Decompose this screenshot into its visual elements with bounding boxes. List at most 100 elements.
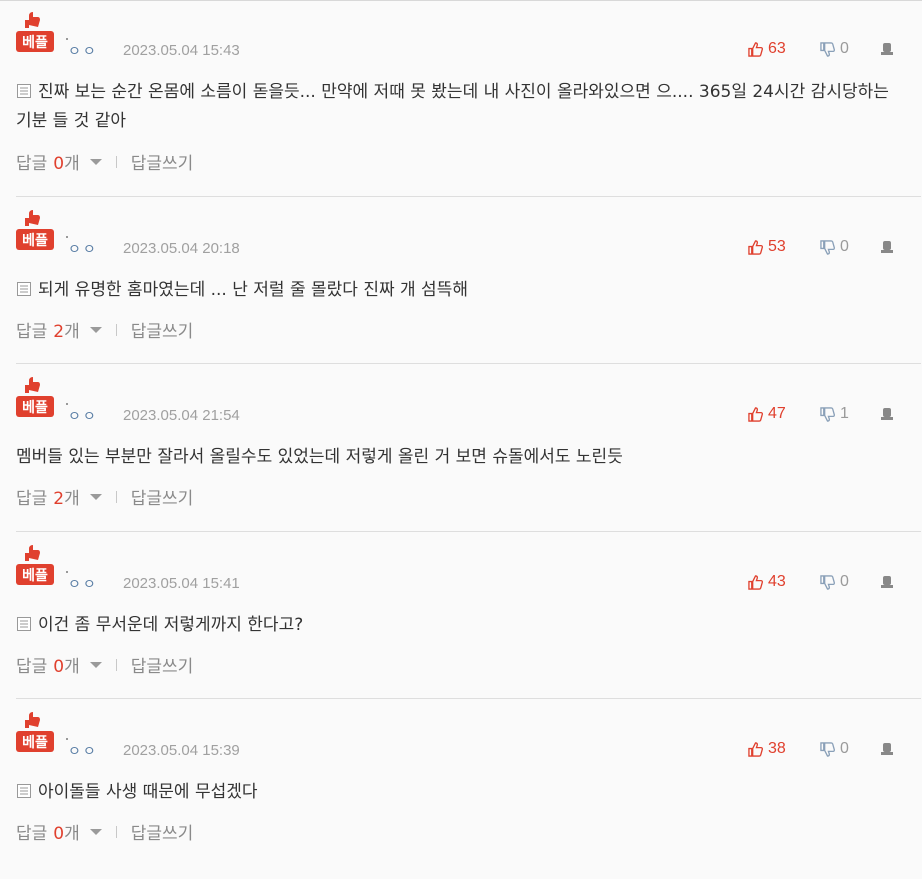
comment-author[interactable]: ㅇㅇ (68, 41, 98, 61)
dislike-count: 1 (840, 405, 849, 422)
thumbs-up-icon (748, 406, 763, 422)
thumbs-up-icon (748, 239, 763, 255)
dislike-count: 0 (840, 40, 849, 57)
like-count: 43 (768, 573, 786, 590)
reply-toggle[interactable]: 답글 0개 (16, 819, 80, 844)
comment-text: 아이돌들 사생 때문에 무섭겠다 (16, 778, 896, 807)
best-comment-badge: 베플 (16, 12, 54, 52)
report-icon[interactable] (880, 575, 894, 589)
like-button[interactable]: 43 (748, 573, 786, 591)
thumbs-up-icon (748, 574, 763, 590)
comment-date: 2023.05.04 21:54 (123, 407, 240, 424)
divider (115, 490, 117, 503)
like-count: 38 (768, 740, 786, 757)
chevron-down-icon[interactable] (89, 326, 102, 333)
divider (115, 323, 117, 336)
thumbs-down-icon (820, 406, 835, 422)
comment-author[interactable]: ㅇㅇ (68, 574, 98, 594)
like-count: 63 (768, 40, 786, 57)
comment-footer: 답글 0개 답글쓰기 (16, 652, 193, 677)
best-badge-label: 베플 (22, 35, 48, 51)
write-reply-link[interactable]: 답글쓰기 (131, 484, 194, 509)
comment-footer: 답글 2개 답글쓰기 (16, 317, 193, 342)
reply-toggle[interactable]: 답글 2개 (16, 317, 80, 342)
divider (16, 698, 921, 699)
reply-count: 2 (53, 489, 65, 509)
dislike-button[interactable]: 0 (820, 238, 849, 256)
dislike-button[interactable]: 1 (820, 405, 849, 423)
comment-date: 2023.05.04 15:43 (123, 42, 240, 59)
chevron-down-icon[interactable] (89, 493, 102, 500)
like-button[interactable]: 53 (748, 238, 786, 256)
comment-text: 이건 좀 무서운데 저렇게까지 한다고? (16, 611, 896, 640)
write-reply-link[interactable]: 답글쓰기 (131, 652, 194, 677)
divider (16, 531, 921, 532)
comment-author[interactable]: ㅇㅇ (68, 239, 98, 259)
comment-footer: 답글 0개 답글쓰기 (16, 149, 193, 174)
reply-count: 2 (53, 322, 65, 342)
comment-item: 베플 ㅇㅇ 2023.05.04 15:39 38 0 아이돌들 사생 때문에 … (16, 711, 921, 879)
chevron-down-icon[interactable] (89, 828, 102, 835)
document-icon (17, 617, 31, 631)
best-badge-label: 베플 (22, 233, 48, 249)
report-icon[interactable] (880, 407, 894, 421)
document-icon (17, 784, 31, 798)
document-icon (17, 84, 31, 98)
write-reply-link[interactable]: 답글쓰기 (131, 149, 194, 174)
best-badge-label: 베플 (22, 735, 48, 751)
comment-text: 되게 유명한 홈마였는데 ... 난 저럴 줄 몰랐다 진짜 개 섬뜩해 (16, 276, 896, 305)
report-icon[interactable] (880, 742, 894, 756)
comment-author[interactable]: ㅇㅇ (68, 741, 98, 761)
dislike-count: 0 (840, 740, 849, 757)
reply-toggle[interactable]: 답글 2개 (16, 484, 80, 509)
comment-author[interactable]: ㅇㅇ (68, 406, 98, 426)
comment-text: 멤버들 있는 부분만 잘라서 올릴수도 있었는데 저렇게 올린 거 보면 슈돌에… (16, 447, 623, 467)
comment-date: 2023.05.04 15:41 (123, 575, 240, 592)
chevron-down-icon[interactable] (89, 661, 102, 668)
comment-item: 베플 ㅇㅇ 2023.05.04 15:43 63 0 진짜 보는 순간 온몸에… (16, 11, 921, 179)
dislike-button[interactable]: 0 (820, 573, 849, 591)
like-count: 53 (768, 238, 786, 255)
divider (115, 155, 117, 168)
comment-footer: 답글 2개 답글쓰기 (16, 484, 193, 509)
comment-item: 베플 ㅇㅇ 2023.05.04 21:54 47 1 멤버들 있는 부분만 잘… (16, 376, 921, 544)
thumbs-down-icon (820, 574, 835, 590)
divider (115, 658, 117, 671)
report-icon[interactable] (880, 42, 894, 56)
document-icon (17, 282, 31, 296)
reply-toggle[interactable]: 답글 0개 (16, 652, 80, 677)
best-comment-badge: 베플 (16, 210, 54, 250)
divider (115, 825, 117, 838)
comment-item: 베플 ㅇㅇ 2023.05.04 20:18 53 0 되게 유명한 홈마였는데… (16, 209, 921, 377)
comment-item: 베플 ㅇㅇ 2023.05.04 15:41 43 0 이건 좀 무서운데 저렇… (16, 544, 921, 712)
write-reply-link[interactable]: 답글쓰기 (131, 819, 194, 844)
reply-toggle[interactable]: 답글 0개 (16, 149, 80, 174)
comment-text: 진짜 보는 순간 온몸에 소름이 돋을듯... 만약에 저때 못 봤는데 내 사… (16, 82, 889, 131)
write-reply-link[interactable]: 답글쓰기 (131, 317, 194, 342)
dislike-button[interactable]: 0 (820, 740, 849, 758)
best-comment-badge: 베플 (16, 377, 54, 417)
thumbs-up-icon (748, 741, 763, 757)
thumbs-up-icon (748, 41, 763, 57)
dislike-count: 0 (840, 573, 849, 590)
comment-date: 2023.05.04 15:39 (123, 742, 240, 759)
reply-count: 0 (53, 154, 65, 174)
thumbs-down-icon (820, 741, 835, 757)
thumbs-down-icon (820, 239, 835, 255)
reply-count: 0 (53, 824, 65, 844)
thumbs-down-icon (820, 41, 835, 57)
dislike-button[interactable]: 0 (820, 40, 849, 58)
divider (16, 363, 921, 364)
like-button[interactable]: 38 (748, 740, 786, 758)
like-button[interactable]: 63 (748, 40, 786, 58)
reply-count: 0 (53, 657, 65, 677)
best-badge-label: 베플 (22, 400, 48, 416)
divider (16, 196, 921, 197)
best-comment-badge: 베플 (16, 545, 54, 585)
dislike-count: 0 (840, 238, 849, 255)
like-count: 47 (768, 405, 786, 422)
comment-footer: 답글 0개 답글쓰기 (16, 819, 193, 844)
chevron-down-icon[interactable] (89, 158, 102, 165)
like-button[interactable]: 47 (748, 405, 786, 423)
report-icon[interactable] (880, 240, 894, 254)
